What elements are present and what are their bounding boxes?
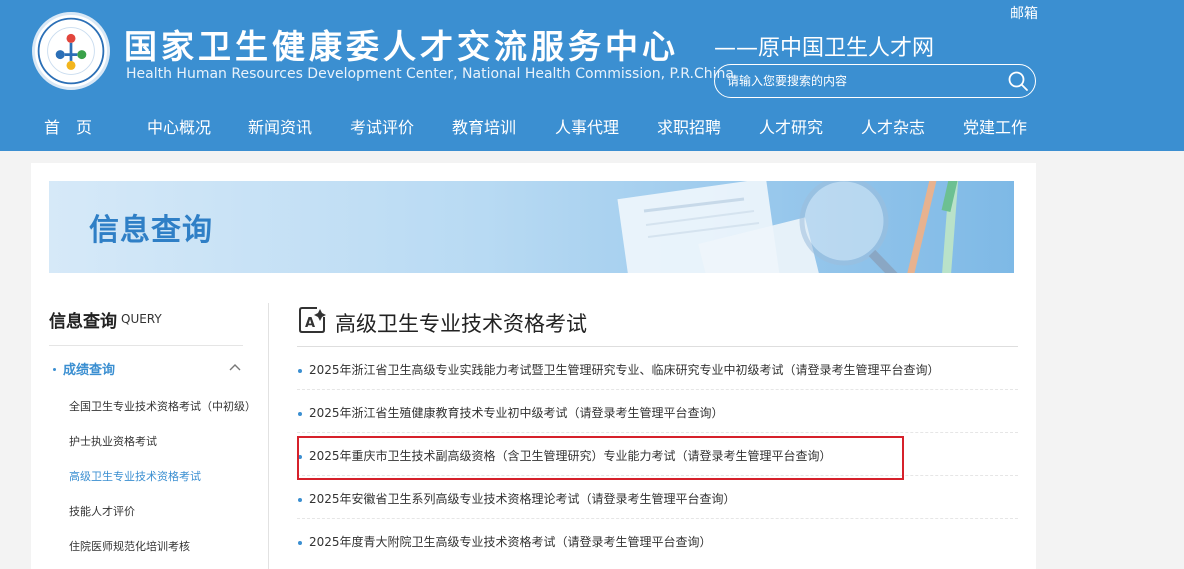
- sidebar-item-nurse[interactable]: 护士执业资格考试: [69, 433, 157, 449]
- bullet-icon: [298, 541, 302, 545]
- banner-title: 信息查询: [89, 213, 213, 248]
- sidebar-group-label: 成绩查询: [63, 363, 116, 378]
- vertical-divider: [268, 303, 269, 569]
- site-logo[interactable]: [32, 12, 110, 90]
- sidebar-title-en: QUERY: [121, 312, 162, 326]
- sidebar-item-residency[interactable]: 住院医师规范化培训考核: [69, 538, 190, 554]
- article-title[interactable]: 2025年重庆市卫生技术副高级资格（含卫生管理研究）专业能力考试（请登录考生管理…: [309, 447, 832, 464]
- nav-item-home[interactable]: 首 页: [44, 114, 92, 138]
- article-title[interactable]: 2025年度青大附院卫生高级专业技术资格考试（请登录考生管理平台查询）: [309, 533, 712, 550]
- site-subtitle-en: Health Human Resources Development Cente…: [126, 66, 734, 82]
- sidebar-title: 信息查询: [49, 312, 117, 332]
- magnifier-document-illustration-icon: [617, 181, 959, 273]
- sidebar-item-senior-health[interactable]: 高级卫生专业技术资格考试: [69, 468, 201, 484]
- search-icon[interactable]: [1007, 70, 1029, 92]
- logo-emblem-icon: [37, 17, 105, 85]
- sidebar-item-national-mid-junior[interactable]: 全国卫生专业技术资格考试（中初级）: [69, 398, 256, 414]
- bullet-icon: [298, 412, 302, 416]
- bullet-icon: [298, 369, 302, 373]
- article-item[interactable]: 2025年安徽省卫生系列高级专业技术资格理论考试（请登录考生管理平台查询）: [297, 476, 1018, 519]
- article-title[interactable]: 2025年安徽省卫生系列高级专业技术资格理论考试（请登录考生管理平台查询）: [309, 490, 736, 507]
- edit-text-icon: A: [299, 307, 326, 333]
- article-item[interactable]: 2025年度青大附院卫生高级专业技术资格考试（请登录考生管理平台查询）: [297, 519, 1018, 562]
- svg-text:A: A: [305, 316, 315, 331]
- article-item[interactable]: 2025年浙江省卫生高级专业实践能力考试暨卫生管理研究专业、临床研究专业中初级考…: [297, 347, 1018, 390]
- nav-item-personnel[interactable]: 人事代理: [555, 114, 619, 138]
- article-title[interactable]: 2025年浙江省卫生高级专业实践能力考试暨卫生管理研究专业、临床研究专业中初级考…: [309, 361, 940, 378]
- nav-item-about[interactable]: 中心概况: [147, 114, 211, 138]
- article-title[interactable]: 2025年浙江省生殖健康教育技术专业初中级考试（请登录考生管理平台查询）: [309, 404, 724, 421]
- nav-item-jobs[interactable]: 求职招聘: [657, 114, 721, 138]
- sidebar-header: 信息查询 QUERY: [49, 293, 243, 346]
- mail-link[interactable]: 邮箱: [1010, 3, 1038, 23]
- nav-item-news[interactable]: 新闻资讯: [248, 114, 312, 138]
- nav-item-exams[interactable]: 考试评价: [350, 114, 414, 138]
- main-nav: 首 页 中心概况 新闻资讯 考试评价 教育培训 人事代理 求职招聘 人才研究 人…: [0, 104, 1184, 148]
- bullet-icon: [53, 368, 56, 371]
- site-header: 国家卫生健康委人才交流服务中心 Health Human Resources D…: [0, 0, 1184, 151]
- article-item-highlighted[interactable]: 2025年重庆市卫生技术副高级资格（含卫生管理研究）专业能力考试（请登录考生管理…: [297, 433, 1018, 476]
- nav-item-party[interactable]: 党建工作: [963, 114, 1027, 138]
- content-title: 高级卫生专业技术资格考试: [335, 312, 587, 336]
- page-banner: 信息查询: [49, 181, 1014, 273]
- bullet-icon: [298, 498, 302, 502]
- sidebar: 信息查询 QUERY 成绩查询 全国卫生专业技术资格考试（中初级） 护士执业资格…: [49, 293, 256, 553]
- search-box: [714, 64, 1036, 98]
- content-header: A 高级卫生专业技术资格考试: [297, 303, 1018, 347]
- nav-item-magazine[interactable]: 人才杂志: [861, 114, 925, 138]
- main-container: 信息查询 信息查询 QUERY 成绩查询 全国卫生专业技术资格考试（中初级） 护…: [31, 163, 1036, 569]
- nav-item-training[interactable]: 教育培训: [452, 114, 516, 138]
- site-slogan: ——原中国卫生人才网: [714, 36, 935, 61]
- sidebar-item-skills[interactable]: 技能人才评价: [69, 503, 135, 519]
- chevron-up-icon[interactable]: [229, 363, 241, 371]
- article-item[interactable]: 2025年浙江省生殖健康教育技术专业初中级考试（请登录考生管理平台查询）: [297, 390, 1018, 433]
- bullet-icon: [298, 455, 302, 459]
- site-title: 国家卫生健康委人才交流服务中心: [124, 27, 679, 66]
- search-input[interactable]: [727, 65, 997, 97]
- sidebar-group-scores[interactable]: 成绩查询: [49, 359, 243, 379]
- nav-item-research[interactable]: 人才研究: [759, 114, 823, 138]
